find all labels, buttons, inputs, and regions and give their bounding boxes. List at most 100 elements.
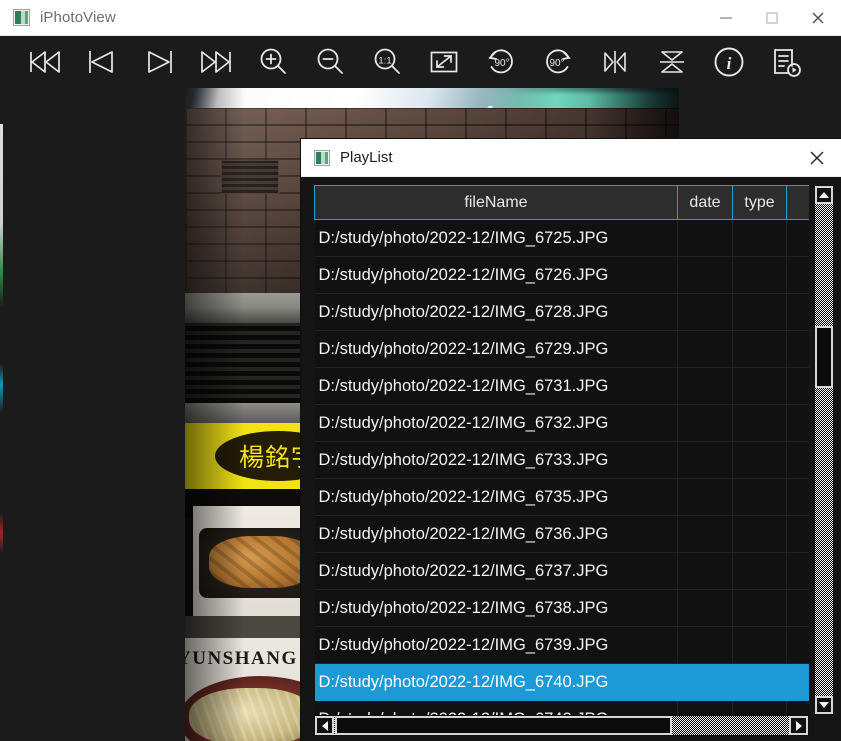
cell-date bbox=[677, 256, 733, 294]
fit-to-window-button[interactable] bbox=[415, 36, 472, 88]
minimize-button[interactable] bbox=[703, 0, 749, 36]
table-row[interactable]: D:/study/photo/2022-12/IMG_6731.JPG bbox=[314, 367, 809, 405]
rotate-right-button[interactable]: 90° bbox=[529, 36, 586, 88]
flip-vertical-button[interactable] bbox=[643, 36, 700, 88]
cell-filename: D:/study/photo/2022-12/IMG_6729.JPG bbox=[314, 330, 678, 368]
table-row[interactable]: D:/study/photo/2022-12/IMG_6732.JPG bbox=[314, 404, 809, 442]
cell-date bbox=[677, 626, 733, 664]
first-image-button[interactable] bbox=[16, 36, 73, 88]
playlist-title: PlayList bbox=[340, 149, 393, 166]
cell-filename: D:/study/photo/2022-12/IMG_6737.JPG bbox=[314, 552, 678, 590]
info-circle-icon: i bbox=[714, 47, 743, 77]
playlist-titlebar: PlayList bbox=[301, 139, 841, 177]
magnifier-one-to-one-icon: 1:1 bbox=[374, 48, 400, 74]
cell-extra bbox=[786, 367, 809, 405]
photo-app-icon bbox=[314, 149, 330, 166]
cell-extra bbox=[786, 700, 809, 715]
cell-extra bbox=[786, 589, 809, 627]
table-row[interactable]: D:/study/photo/2022-12/IMG_6740.JPG bbox=[314, 663, 809, 701]
table-row[interactable]: D:/study/photo/2022-12/IMG_6729.JPG bbox=[314, 330, 809, 368]
cell-filename: D:/study/photo/2022-12/IMG_6742.JPG bbox=[314, 700, 678, 715]
image-info-button[interactable]: i bbox=[700, 36, 757, 88]
cell-extra bbox=[786, 404, 809, 442]
close-button[interactable] bbox=[795, 0, 841, 36]
zoom-out-button[interactable] bbox=[301, 36, 358, 88]
svg-text:90°: 90° bbox=[549, 58, 564, 69]
column-header-extra[interactable] bbox=[786, 185, 809, 220]
maximize-button[interactable] bbox=[749, 0, 795, 36]
cell-extra bbox=[786, 515, 809, 553]
photo-food-bottom bbox=[189, 688, 315, 741]
table-row[interactable]: D:/study/photo/2022-12/IMG_6737.JPG bbox=[314, 552, 809, 590]
next-image-button[interactable] bbox=[130, 36, 187, 88]
cell-type bbox=[732, 515, 787, 553]
playlist-dialog: PlayList fileName date type D:/study/pho… bbox=[301, 139, 841, 741]
close-icon bbox=[810, 150, 824, 165]
playlist-play-icon bbox=[773, 49, 801, 77]
rotate-left-button[interactable]: 90° bbox=[472, 36, 529, 88]
playlist-horizontal-scrollbar[interactable] bbox=[314, 715, 809, 736]
column-header-filename[interactable]: fileName bbox=[314, 185, 678, 220]
table-row[interactable]: D:/study/photo/2022-12/IMG_6736.JPG bbox=[314, 515, 809, 553]
cell-type bbox=[732, 219, 787, 257]
scroll-down-button[interactable] bbox=[815, 696, 833, 714]
scroll-up-button[interactable] bbox=[815, 186, 833, 204]
cell-type bbox=[732, 404, 787, 442]
cell-filename: D:/study/photo/2022-12/IMG_6731.JPG bbox=[314, 367, 678, 405]
cell-extra bbox=[786, 441, 809, 479]
scroll-left-button[interactable] bbox=[315, 716, 334, 735]
table-row[interactable]: D:/study/photo/2022-12/IMG_6742.JPG bbox=[314, 700, 809, 715]
table-row[interactable]: D:/study/photo/2022-12/IMG_6728.JPG bbox=[314, 293, 809, 331]
playlist-vertical-scrollbar[interactable] bbox=[814, 185, 834, 715]
playlist-button[interactable] bbox=[757, 36, 814, 88]
playlist-rows: D:/study/photo/2022-12/IMG_6725.JPG D:/st… bbox=[314, 219, 809, 715]
table-row[interactable]: D:/study/photo/2022-12/IMG_6735.JPG bbox=[314, 478, 809, 516]
scroll-right-button[interactable] bbox=[789, 716, 808, 735]
cell-filename: D:/study/photo/2022-12/IMG_6728.JPG bbox=[314, 293, 678, 331]
playlist-close-button[interactable] bbox=[793, 139, 841, 177]
flip-horizontal-icon bbox=[603, 51, 626, 73]
cell-type bbox=[732, 293, 787, 331]
column-header-type[interactable]: type bbox=[732, 185, 787, 220]
table-row[interactable]: D:/study/photo/2022-12/IMG_6726.JPG bbox=[314, 256, 809, 294]
table-row[interactable]: D:/study/photo/2022-12/IMG_6739.JPG bbox=[314, 626, 809, 664]
cell-date bbox=[677, 293, 733, 331]
table-row[interactable]: D:/study/photo/2022-12/IMG_6738.JPG bbox=[314, 589, 809, 627]
cell-extra bbox=[786, 552, 809, 590]
cell-filename: D:/study/photo/2022-12/IMG_6735.JPG bbox=[314, 478, 678, 516]
cell-filename: D:/study/photo/2022-12/IMG_6736.JPG bbox=[314, 515, 678, 553]
table-row[interactable]: D:/study/photo/2022-12/IMG_6725.JPG bbox=[314, 219, 809, 257]
cell-filename: D:/study/photo/2022-12/IMG_6732.JPG bbox=[314, 404, 678, 442]
photo-app-icon bbox=[13, 9, 30, 26]
cell-extra bbox=[786, 219, 809, 257]
cell-date bbox=[677, 552, 733, 590]
table-row[interactable]: D:/study/photo/2022-12/IMG_6733.JPG bbox=[314, 441, 809, 479]
flip-horizontal-button[interactable] bbox=[586, 36, 643, 88]
cell-type bbox=[732, 700, 787, 715]
previous-image-button[interactable] bbox=[73, 36, 130, 88]
scroll-left-arrow-icon bbox=[321, 720, 328, 731]
cell-type bbox=[732, 552, 787, 590]
actual-size-button[interactable]: 1:1 bbox=[358, 36, 415, 88]
cell-date bbox=[677, 330, 733, 368]
last-image-button[interactable] bbox=[187, 36, 244, 88]
scroll-right-arrow-icon bbox=[795, 720, 802, 731]
cell-type bbox=[732, 367, 787, 405]
skip-to-first-icon bbox=[29, 51, 60, 73]
magnifier-minus-icon bbox=[317, 48, 343, 74]
cell-extra bbox=[786, 626, 809, 664]
horizontal-scroll-thumb[interactable] bbox=[335, 716, 672, 735]
window-controls bbox=[703, 0, 841, 36]
cell-date bbox=[677, 515, 733, 553]
zoom-in-button[interactable] bbox=[244, 36, 301, 88]
svg-text:i: i bbox=[726, 54, 731, 73]
cell-type bbox=[732, 626, 787, 664]
flip-vertical-icon bbox=[659, 51, 684, 73]
vertical-scroll-thumb[interactable] bbox=[815, 326, 833, 388]
cell-filename: D:/study/photo/2022-12/IMG_6733.JPG bbox=[314, 441, 678, 479]
column-header-date[interactable]: date bbox=[677, 185, 733, 220]
cell-date bbox=[677, 367, 733, 405]
playlist-table-viewport[interactable]: fileName date type D:/study/photo/2022-1… bbox=[314, 185, 809, 715]
playlist-header-row: fileName date type bbox=[314, 185, 809, 220]
cell-filename: D:/study/photo/2022-12/IMG_6739.JPG bbox=[314, 626, 678, 664]
